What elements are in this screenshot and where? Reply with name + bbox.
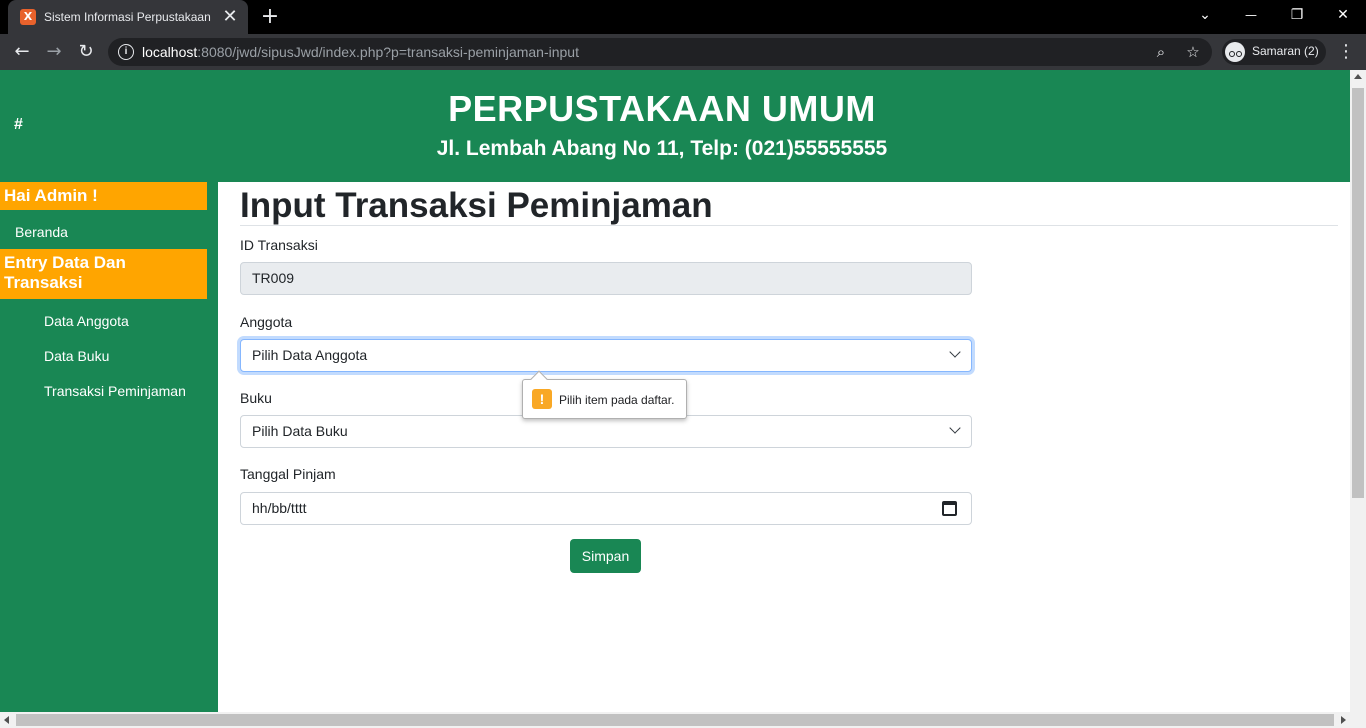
address-bar[interactable]: i localhost:8080/jwd/sipusJwd/index.php?… — [108, 38, 1212, 66]
tanggal-pinjam-label: Tanggal Pinjam — [240, 466, 336, 482]
chevron-down-icon — [949, 422, 961, 434]
horizontal-scroll-thumb[interactable] — [16, 714, 1334, 726]
forward-icon[interactable]: → — [42, 40, 66, 64]
profile-label: Samaran (2) — [1252, 44, 1319, 58]
sidebar: Hai Admin ! Beranda Entry Data Dan Trans… — [0, 182, 218, 712]
buku-select-value: Pilih Data Buku — [252, 423, 348, 439]
tanggal-pinjam-input[interactable]: hh/bb/tttt — [240, 492, 972, 525]
browser-menu-icon[interactable]: ⋮ — [1336, 40, 1356, 64]
url-host: localhost — [142, 44, 198, 60]
calendar-icon[interactable] — [942, 501, 957, 516]
sidebar-item-beranda[interactable]: Beranda — [15, 224, 68, 240]
window-close-icon[interactable]: ✕ — [1320, 0, 1366, 30]
tab-close-icon[interactable]: ✕ — [220, 7, 240, 27]
horizontal-scrollbar[interactable] — [0, 712, 1366, 728]
site-title: PERPUSTAKAAN UMUM — [448, 88, 876, 129]
tab-search-icon[interactable]: ⌄ — [1182, 0, 1228, 30]
id-transaksi-input: TR009 — [240, 262, 972, 295]
site-info-icon[interactable]: i — [118, 44, 134, 60]
anggota-select-value: Pilih Data Anggota — [252, 347, 368, 363]
sidebar-item-data-anggota[interactable]: Data Anggota — [44, 313, 129, 329]
zoom-icon[interactable]: ⌕ — [1150, 41, 1172, 63]
title-divider — [240, 225, 1338, 226]
new-tab-icon[interactable]: + — [258, 5, 282, 29]
scroll-right-arrow-icon[interactable] — [1341, 716, 1346, 724]
page-title: Input Transaksi Peminjaman — [240, 186, 713, 225]
tab-title: Sistem Informasi Perpustakaan — [44, 10, 211, 24]
warning-icon: ! — [532, 389, 552, 409]
browser-tab[interactable]: X Sistem Informasi Perpustakaan ✕ — [8, 0, 248, 34]
reload-icon[interactable]: ↻ — [74, 40, 98, 64]
url-text[interactable]: localhost:8080/jwd/sipusJwd/index.php?p=… — [142, 44, 579, 60]
anggota-label: Anggota — [240, 314, 293, 330]
id-transaksi-label: ID Transaksi — [240, 237, 318, 253]
restore-icon[interactable]: ❐ — [1274, 0, 1320, 30]
validation-tooltip: ! Pilih item pada daftar. — [522, 370, 687, 419]
simpan-button[interactable]: Simpan — [570, 539, 641, 573]
sidebar-greeting: Hai Admin ! — [0, 182, 207, 210]
vertical-scroll-thumb[interactable] — [1352, 88, 1364, 498]
site-header: # PERPUSTAKAAN UMUM Jl. Lembah Abang No … — [0, 70, 1350, 182]
scroll-up-arrow-icon[interactable] — [1354, 74, 1362, 79]
browser-tabstrip: X Sistem Informasi Perpustakaan ✕ + ⌄ — … — [0, 0, 1366, 34]
site-address: Jl. Lembah Abang No 11, Telp: (021)55555… — [436, 137, 888, 160]
sidebar-item-transaksi-peminjaman[interactable]: Transaksi Peminjaman — [44, 383, 186, 399]
xampp-favicon-icon: X — [20, 9, 36, 25]
tooltip-text: Pilih item pada daftar. — [559, 393, 675, 407]
url-path: :8080/jwd/sipusJwd/index.php?p=transaksi… — [197, 44, 579, 60]
chevron-down-icon — [949, 346, 961, 358]
date-placeholder: hh/bb/tttt — [252, 500, 307, 516]
sidebar-item-data-buku[interactable]: Data Buku — [44, 348, 109, 364]
scroll-left-arrow-icon[interactable] — [4, 716, 9, 724]
anggota-select[interactable]: Pilih Data Anggota — [240, 339, 972, 372]
sidebar-section-heading: Entry Data Dan Transaksi — [0, 249, 207, 299]
vertical-scrollbar[interactable] — [1350, 70, 1366, 712]
incognito-profile-button[interactable]: Samaran (2) — [1222, 39, 1326, 65]
bookmark-star-icon[interactable]: ☆ — [1182, 41, 1204, 63]
incognito-icon — [1225, 42, 1245, 62]
minimize-icon[interactable]: — — [1228, 0, 1274, 30]
back-icon[interactable]: ← — [10, 40, 34, 64]
browser-toolbar: ← → ↻ i localhost:8080/jwd/sipusJwd/inde… — [0, 34, 1366, 70]
buku-select[interactable]: Pilih Data Buku — [240, 415, 972, 448]
buku-label: Buku — [240, 390, 272, 406]
